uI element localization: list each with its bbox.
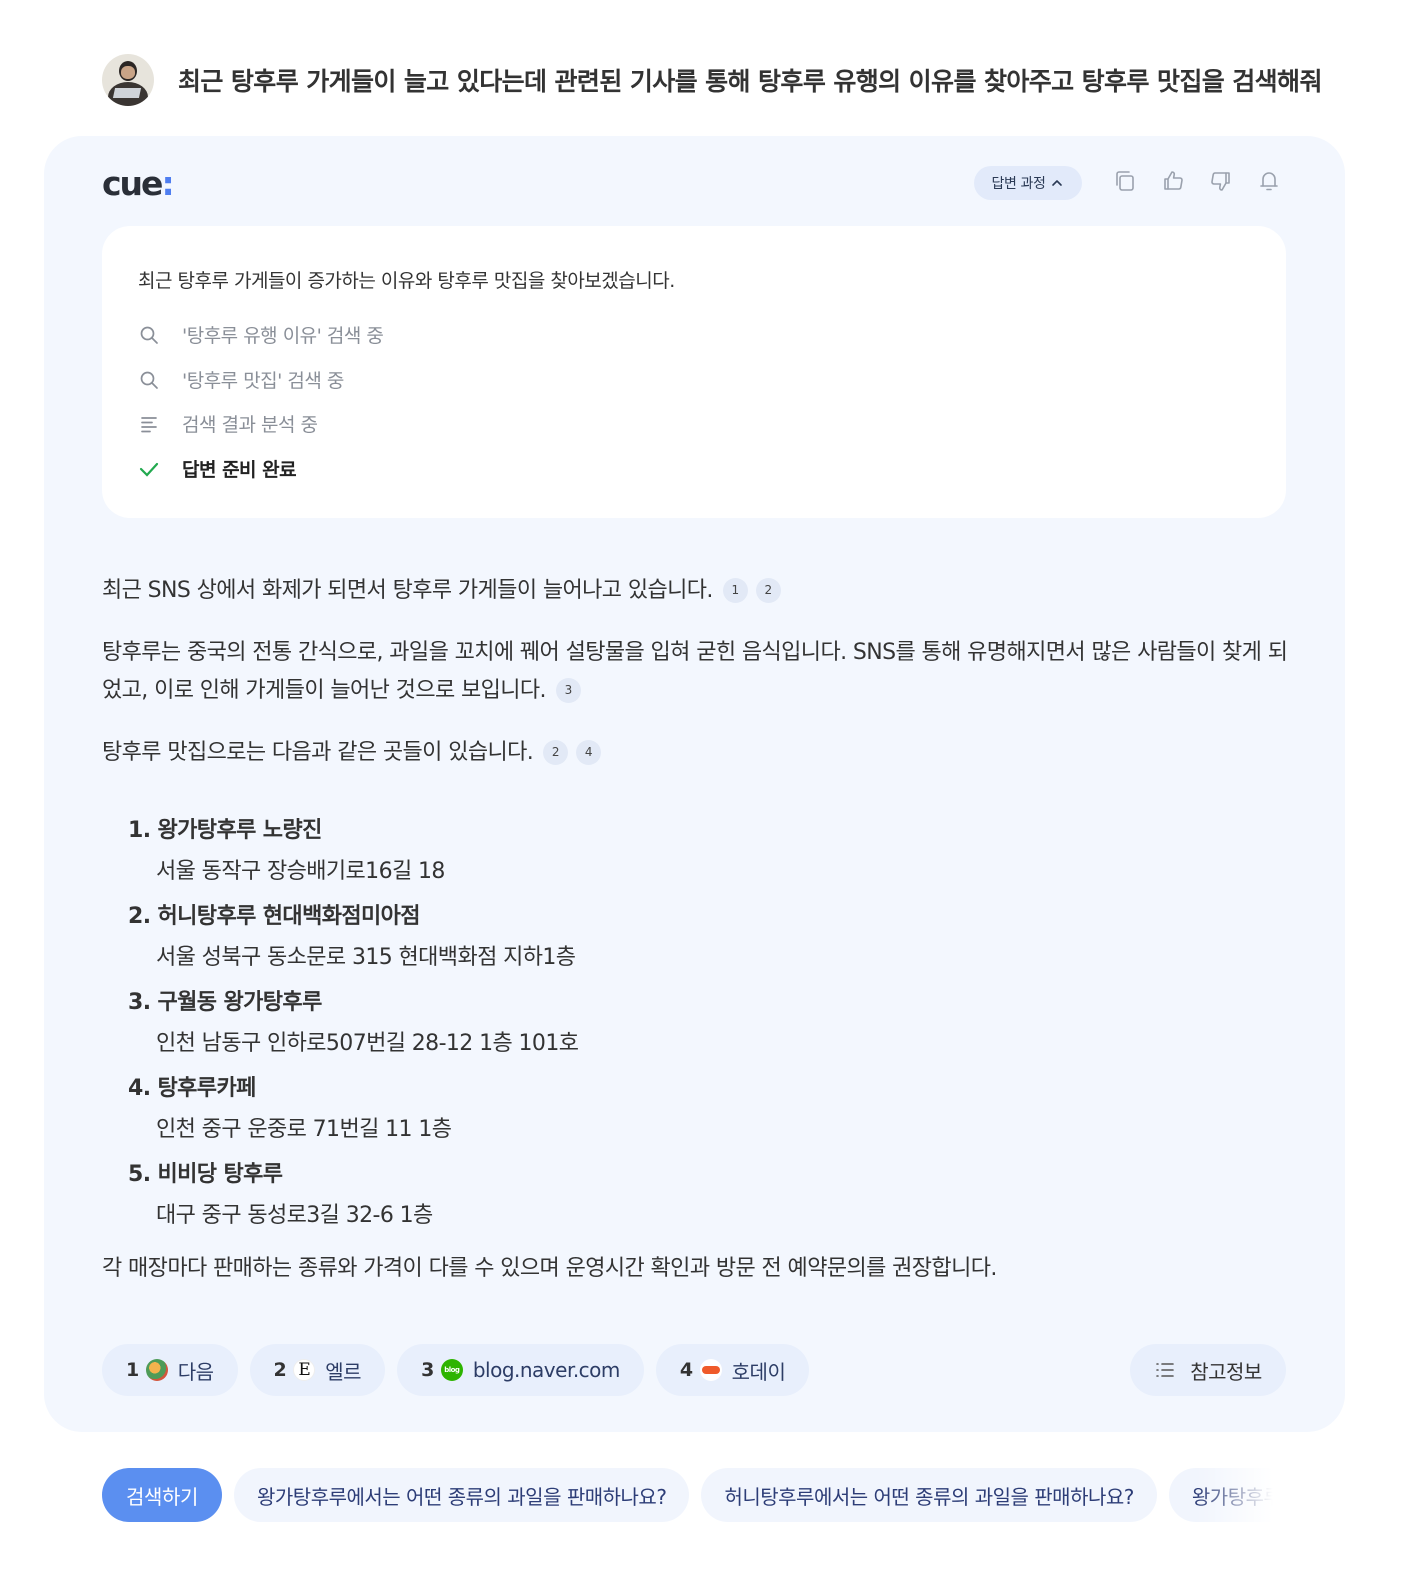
source-list: 1 다음 2 E 엘르 3 blog blog.naver.com 4 호데이 bbox=[102, 1344, 810, 1396]
check-icon bbox=[138, 458, 160, 480]
references-button[interactable]: 참고정보 bbox=[1130, 1344, 1286, 1396]
naver-blog-favicon: blog bbox=[440, 1359, 463, 1381]
question-text: 최근 탕후루 가게들이 늘고 있다는데 관련된 기사를 통해 탕후루 유행의 이… bbox=[178, 67, 1322, 96]
source-chip-naver-blog[interactable]: 3 blog blog.naver.com bbox=[397, 1344, 644, 1396]
restaurant-name: 2. 허니탕후루 현대백화점미아점 bbox=[128, 904, 421, 929]
source-chip-elle[interactable]: 2 E 엘르 bbox=[249, 1344, 386, 1396]
process-step-label: 검색 결과 분석 중 bbox=[182, 414, 318, 436]
process-step-analyze: 검색 결과 분석 중 bbox=[138, 410, 318, 437]
user-question: 최근 탕후루 가게들이 늘고 있다는데 관련된 기사를 통해 탕후루 유행의 이… bbox=[102, 54, 1322, 106]
process-step-search-reason: '탕후루 유행 이유' 검색 중 bbox=[138, 321, 384, 348]
restaurant-name: 4. 탕후루카페 bbox=[128, 1076, 256, 1101]
restaurant-address: 인천 남동구 인하로507번길 28-12 1층 101호 bbox=[156, 1031, 579, 1056]
thumbs-up-icon[interactable] bbox=[1160, 168, 1186, 194]
copy-icon[interactable] bbox=[1112, 168, 1138, 194]
answer-paragraph: 최근 SNS 상에서 화제가 되면서 탕후루 가게들이 늘어나고 있습니다. 1 2 bbox=[102, 572, 1292, 610]
answer-process-toggle[interactable]: 답변 과정 bbox=[974, 166, 1082, 200]
answer-paragraph: 탕후루 맛집으로는 다음과 같은 곳들이 있습니다. 2 4 bbox=[102, 734, 1292, 772]
process-step-complete: 답변 준비 완료 bbox=[138, 455, 297, 482]
source-number: 3 bbox=[421, 1359, 434, 1381]
source-number: 2 bbox=[273, 1359, 287, 1381]
daum-favicon bbox=[145, 1359, 168, 1381]
process-step-label: '탕후루 맛집' 검색 중 bbox=[182, 370, 344, 392]
answer-process-label: 답변 과정 bbox=[991, 176, 1046, 192]
list-item: 5. 비비당 탕후루 대구 중구 동성로3길 32-6 1층 bbox=[128, 1156, 1292, 1238]
list-icon bbox=[1156, 1363, 1174, 1377]
restaurant-address: 인천 중구 운중로 71번길 11 1층 bbox=[156, 1117, 452, 1142]
answer-process-panel: 최근 탕후루 가게들이 증가하는 이유와 탕후루 맛집을 찾아보겠습니다. '탕… bbox=[102, 226, 1286, 518]
restaurant-address: 서울 성북구 동소문로 315 현대백화점 지하1층 bbox=[156, 945, 576, 970]
answer-card: cue: 답변 과정 최근 탕후루 가게들이 증가하는 이유와 탕후루 맛집을 … bbox=[44, 136, 1345, 1432]
thumbs-down-icon[interactable] bbox=[1208, 168, 1234, 194]
cue-logo: cue: bbox=[102, 164, 175, 203]
source-chip-daum[interactable]: 1 다음 bbox=[102, 1344, 238, 1396]
restaurant-name: 3. 구월동 왕가탕후루 bbox=[128, 990, 322, 1015]
citation-badge[interactable]: 4 bbox=[576, 739, 602, 765]
source-name: 호데이 bbox=[731, 1359, 786, 1384]
answer-actions bbox=[1112, 168, 1282, 194]
search-button[interactable]: 검색하기 bbox=[102, 1468, 222, 1522]
suggestion-row: 검색하기 왕가탕후루에서는 어떤 종류의 과일을 판매하나요? 허니탕후루에서는… bbox=[102, 1468, 1286, 1524]
restaurant-name: 1. 왕가탕후루 노량진 bbox=[128, 818, 322, 843]
process-step-label: 답변 준비 완료 bbox=[182, 459, 297, 481]
source-name: blog.naver.com bbox=[472, 1358, 621, 1382]
list-item: 2. 허니탕후루 현대백화점미아점 서울 성북구 동소문로 315 현대백화점 … bbox=[128, 898, 1292, 980]
hodei-favicon bbox=[699, 1359, 722, 1381]
citation-badge[interactable]: 2 bbox=[755, 577, 781, 603]
restaurant-address: 서울 동작구 장승배기로16길 18 bbox=[156, 859, 445, 884]
suggestion-chip[interactable]: 왕가탕후루에서는 어떤 종류의 과일을 판매하나요? bbox=[234, 1468, 690, 1522]
citation-badge[interactable]: 3 bbox=[555, 677, 581, 703]
elle-favicon: E bbox=[293, 1359, 316, 1381]
restaurant-address: 대구 중구 동성로3길 32-6 1층 bbox=[156, 1203, 433, 1228]
source-name: 다음 bbox=[177, 1359, 214, 1384]
answer-body: 최근 SNS 상에서 화제가 되면서 탕후루 가게들이 늘어나고 있습니다. 1 2… bbox=[102, 572, 1292, 1242]
source-number: 4 bbox=[679, 1359, 693, 1381]
references-label: 참고정보 bbox=[1190, 1359, 1262, 1384]
search-icon bbox=[138, 369, 160, 391]
lines-icon bbox=[138, 413, 160, 435]
citation-badge[interactable]: 1 bbox=[722, 577, 748, 603]
answer-closing: 각 매장마다 판매하는 종류와 가격이 다를 수 있으며 운영시간 확인과 방문… bbox=[102, 1256, 997, 1281]
list-item: 3. 구월동 왕가탕후루 인천 남동구 인하로507번길 28-12 1층 10… bbox=[128, 984, 1292, 1066]
source-chip-hodei[interactable]: 4 호데이 bbox=[655, 1344, 810, 1396]
citation-badge[interactable]: 2 bbox=[543, 739, 569, 765]
suggestion-chip[interactable]: 왕가탕후루에서는 bbox=[1168, 1468, 1286, 1522]
restaurant-name: 5. 비비당 탕후루 bbox=[128, 1162, 283, 1187]
source-number: 1 bbox=[126, 1359, 139, 1381]
suggestion-chip[interactable]: 허니탕후루에서는 어떤 종류의 과일을 판매하나요? bbox=[701, 1468, 1157, 1522]
list-item: 1. 왕가탕후루 노량진 서울 동작구 장승배기로16길 18 bbox=[128, 812, 1292, 894]
restaurant-list: 1. 왕가탕후루 노량진 서울 동작구 장승배기로16길 18 2. 허니탕후루… bbox=[128, 812, 1292, 1238]
list-item: 4. 탕후루카페 인천 중구 운중로 71번길 11 1층 bbox=[128, 1070, 1292, 1152]
process-step-search-restaurants: '탕후루 맛집' 검색 중 bbox=[138, 366, 344, 393]
process-step-label: '탕후루 유행 이유' 검색 중 bbox=[182, 325, 384, 347]
chevron-up-icon bbox=[1052, 180, 1063, 186]
process-intro: 최근 탕후루 가게들이 증가하는 이유와 탕후루 맛집을 찾아보겠습니다. bbox=[138, 270, 675, 292]
share-icon[interactable] bbox=[1256, 168, 1282, 194]
source-name: 엘르 bbox=[325, 1359, 362, 1384]
answer-paragraph: 탕후루는 중국의 전통 간식으로, 과일을 꼬치에 꿰어 설탕물을 입혀 굳힌 … bbox=[102, 640, 1288, 703]
user-avatar bbox=[102, 54, 154, 106]
search-icon bbox=[138, 324, 160, 346]
